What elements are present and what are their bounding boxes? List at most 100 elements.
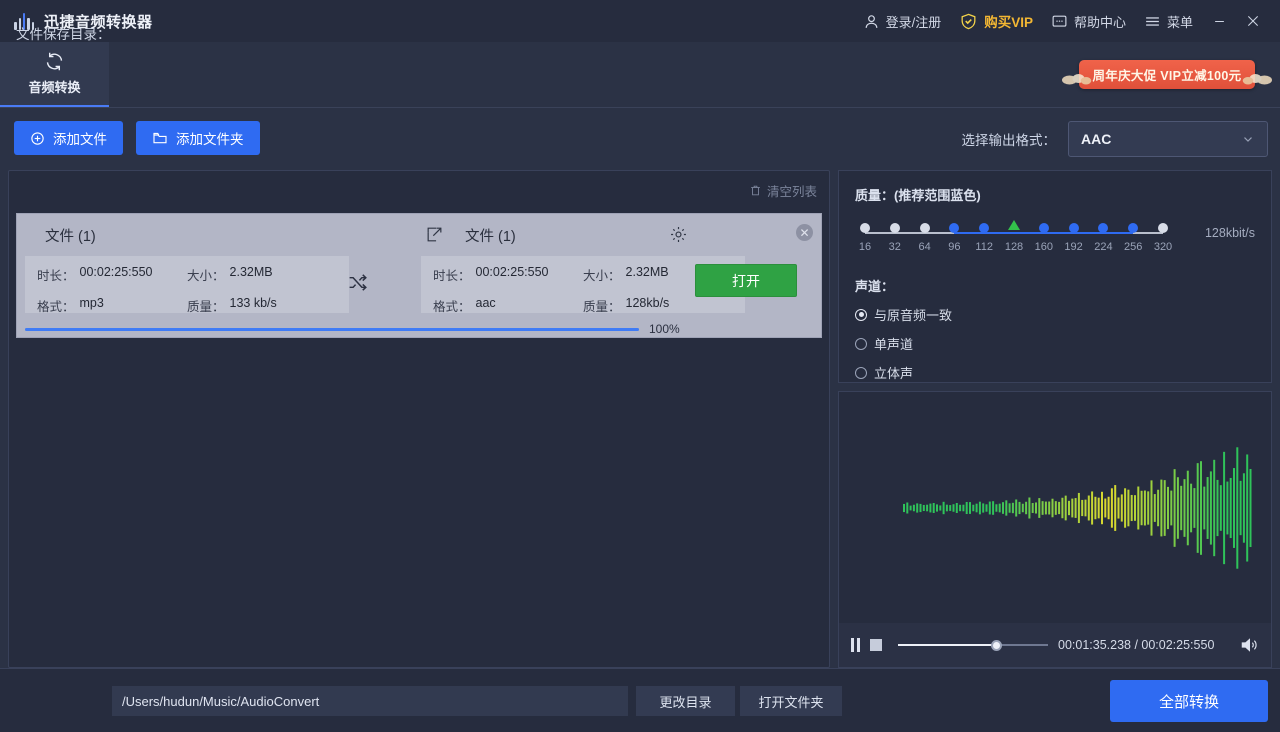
minimize-icon[interactable]	[1202, 0, 1236, 42]
waveform-bar	[916, 503, 919, 513]
file-progress: 100%	[17, 321, 823, 337]
save-directory-label: 文件保存目录：	[16, 27, 111, 42]
waveform-bar	[1150, 480, 1153, 536]
waveform-bar	[1173, 469, 1176, 547]
channel-option-0[interactable]: 与原音频一致	[855, 305, 1255, 324]
waveform-bar	[932, 502, 935, 513]
open-folder-button[interactable]: 打开文件夹	[740, 686, 842, 716]
waveform-bar	[955, 503, 958, 513]
waveform-bar	[1130, 494, 1133, 522]
convert-all-button[interactable]: 全部转换	[1110, 680, 1268, 722]
remove-file-button[interactable]: ✕	[796, 224, 813, 241]
menu-button[interactable]: 菜单	[1135, 0, 1202, 42]
buy-vip-button[interactable]: 购买VIP	[950, 0, 1042, 42]
waveform-bar	[936, 504, 938, 512]
seek-slider[interactable]	[898, 638, 1048, 652]
buy-vip-label: 购买VIP	[984, 15, 1033, 30]
bitrate-dot-16[interactable]	[860, 223, 870, 233]
waveform-bar	[1018, 501, 1021, 515]
quality-section-title: 质量：(推荐范围蓝色)	[855, 188, 981, 203]
bitrate-tick-label-32: 32	[888, 241, 901, 253]
waveform-bar	[1219, 485, 1222, 531]
pause-icon[interactable]	[851, 638, 860, 652]
waveform-bar	[1071, 498, 1074, 518]
add-file-button[interactable]: 添加文件	[14, 121, 123, 155]
target-format-label: 格式：	[433, 300, 471, 314]
action-row: 添加文件 添加文件夹 选择输出格式： AAC	[0, 108, 1280, 168]
login-register-button[interactable]: 登录/注册	[854, 0, 951, 42]
channel-option-2[interactable]: 立体声	[855, 363, 1255, 382]
radio-icon-0[interactable]	[855, 308, 867, 321]
output-format-value: AAC	[1081, 131, 1112, 147]
seek-thumb[interactable]	[990, 639, 1002, 651]
tab-bar: 音频转换 周年庆大促 VIP立减100元	[0, 42, 1280, 108]
bitrate-dot-320[interactable]	[1158, 223, 1168, 233]
waveform-bar	[903, 503, 905, 513]
waveform-bar	[1196, 463, 1199, 553]
waveform-bar	[1048, 501, 1051, 515]
volume-icon[interactable]	[1239, 635, 1259, 655]
add-file-label: 添加文件	[53, 132, 107, 147]
bitrate-dot-32[interactable]	[889, 223, 900, 233]
waveform-bar	[906, 502, 909, 514]
waveform-bar	[1223, 451, 1226, 565]
bitrate-dot-160[interactable]	[1038, 223, 1049, 233]
channel-option-label-0: 与原音频一致	[874, 308, 953, 323]
waveform-bar	[1035, 502, 1037, 514]
output-format-select[interactable]: AAC	[1068, 121, 1268, 157]
waveform-bar	[1097, 497, 1100, 519]
bitrate-slider[interactable]: 16 32 64 96 112 128 160 192 224 256 320 128kbit/s	[855, 220, 1255, 270]
channel-section-title: 声道：	[855, 279, 895, 294]
target-row-1: 时长： 00:02:25:550 大小： 2.32MB	[433, 264, 733, 285]
open-file-button[interactable]: 打开	[695, 264, 797, 297]
change-directory-button[interactable]: 更改目录	[636, 686, 735, 716]
stop-icon[interactable]	[870, 639, 882, 651]
channel-option-1[interactable]: 单声道	[855, 334, 1255, 353]
close-icon[interactable]	[1236, 0, 1270, 42]
target-duration-value: 00:02:25:550	[475, 265, 549, 279]
source-row-1: 时长： 00:02:25:550 大小： 2.32MB	[37, 264, 337, 285]
shuffle-swap-icon[interactable]	[347, 272, 368, 298]
target-size-label: 大小：	[583, 269, 621, 283]
source-duration-label: 时长：	[37, 269, 75, 283]
waveform-bar	[1206, 477, 1209, 539]
source-duration-value: 00:02:25:550	[79, 265, 153, 279]
waveform-bar	[929, 503, 932, 513]
bitrate-dot-64[interactable]	[919, 223, 930, 233]
waveform-bar	[1190, 483, 1193, 533]
tab-audio-convert[interactable]: 音频转换	[0, 42, 109, 107]
waveform-bar	[1068, 500, 1070, 516]
waveform-bar	[1203, 486, 1206, 530]
chat-bubble-icon	[1051, 13, 1068, 30]
target-quality-value: 128kb/s	[625, 296, 670, 310]
clear-list-button[interactable]: 清空列表	[749, 181, 817, 200]
promo-banner[interactable]: 周年庆大促 VIP立减100元	[1062, 52, 1272, 96]
waveform-bar	[1216, 479, 1219, 537]
source-quality-value: 133 kb/s	[229, 296, 277, 310]
waveform-bar	[1054, 501, 1057, 515]
waveform-bar	[1114, 485, 1117, 531]
settings-panel: 质量：(推荐范围蓝色) 16 32 64 96 112 128 160 192 224 256 32…	[838, 170, 1272, 383]
target-row-2: 格式： aac 质量： 128kb/s	[433, 295, 733, 316]
bitrate-dot-192[interactable]	[1068, 223, 1079, 233]
waveform-bar	[1025, 501, 1028, 515]
bitrate-tick-label-160: 160	[1034, 241, 1053, 253]
save-path-field[interactable]: /Users/hudun/Music/AudioConvert	[112, 686, 628, 716]
radio-icon-1[interactable]	[855, 337, 867, 350]
radio-icon-2[interactable]	[855, 366, 867, 379]
file-card-header: 文件 (1) 文件 (1) ✕	[17, 214, 821, 256]
waveform-bar	[1249, 468, 1252, 548]
waveform-bar	[1011, 502, 1014, 514]
waveform-bar	[978, 501, 981, 515]
add-folder-button[interactable]: 添加文件夹	[136, 121, 260, 155]
waveform-bar	[1104, 498, 1107, 518]
edit-pencil-icon[interactable]	[425, 225, 444, 249]
file-card[interactable]: 文件 (1) 文件 (1) ✕ 时长： 00:02:25:550 大小： 2.3…	[16, 213, 822, 338]
preview-panel: 00:01:35.238 / 00:02:25:550	[838, 391, 1272, 668]
gear-icon[interactable]	[669, 225, 688, 249]
waveform-bar	[1124, 488, 1127, 528]
help-center-button[interactable]: 帮助中心	[1042, 0, 1135, 42]
waveform-bar	[1180, 485, 1183, 531]
waveform-bar	[1087, 495, 1090, 521]
bitrate-thumb[interactable]	[1008, 220, 1020, 230]
